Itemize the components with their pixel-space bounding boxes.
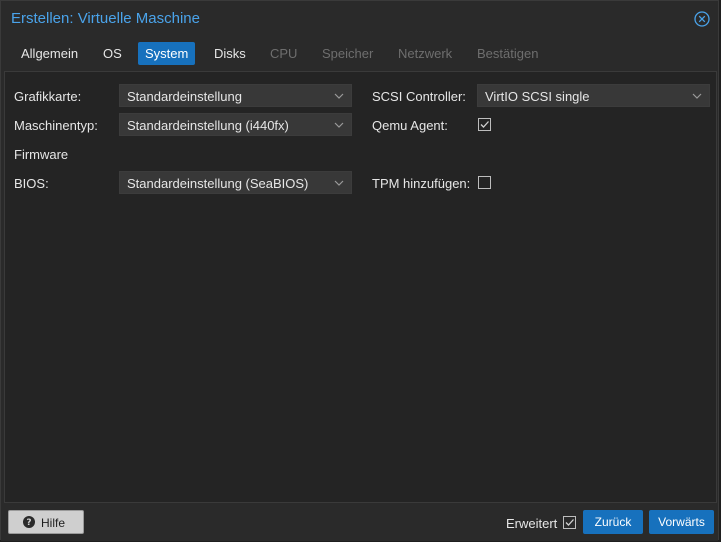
machine-value: Standardeinstellung (i440fx) <box>127 118 289 133</box>
title-bar: Erstellen: Virtuelle Maschine <box>1 1 718 37</box>
machine-label: Maschinentyp: <box>14 118 98 133</box>
tab-system[interactable]: System <box>138 42 196 65</box>
dialog-window: Erstellen: Virtuelle Maschine Allgemein … <box>0 0 719 541</box>
scsi-value: VirtIO SCSI single <box>485 89 590 104</box>
tab-disks[interactable]: Disks <box>207 42 253 65</box>
checkmark-icon <box>565 519 574 526</box>
system-panel: Grafikkarte: Standardeinstellung Maschin… <box>4 71 717 503</box>
close-button[interactable] <box>693 10 711 28</box>
close-icon <box>694 11 710 27</box>
tab-cpu[interactable]: CPU <box>263 42 304 65</box>
chevron-down-icon <box>334 122 344 128</box>
next-button[interactable]: Vorwärts <box>649 510 714 534</box>
back-button[interactable]: Zurück <box>583 510 643 534</box>
graphics-select[interactable]: Standardeinstellung <box>119 84 352 107</box>
advanced-checkbox[interactable] <box>563 516 576 529</box>
question-circle-icon: ? <box>23 516 35 528</box>
chevron-down-icon <box>334 180 344 186</box>
tab-os[interactable]: OS <box>96 42 129 65</box>
graphics-label: Grafikkarte: <box>14 89 82 104</box>
qemu-agent-label: Qemu Agent: <box>372 118 448 133</box>
svg-text:?: ? <box>26 518 31 528</box>
tpm-label: TPM hinzufügen: <box>372 176 471 191</box>
tab-bar: Allgemein OS System Disks CPU Speicher N… <box>1 37 718 71</box>
tab-bestaetigen[interactable]: Bestätigen <box>470 42 545 65</box>
help-button-label: Hilfe <box>41 516 66 530</box>
scsi-select[interactable]: VirtIO SCSI single <box>477 84 710 107</box>
chevron-down-icon <box>334 93 344 99</box>
bios-select[interactable]: Standardeinstellung (SeaBIOS) <box>119 171 352 194</box>
advanced-label: Erweitert <box>506 516 558 531</box>
bios-label: BIOS: <box>14 176 49 191</box>
graphics-value: Standardeinstellung <box>127 89 242 104</box>
chevron-down-icon <box>692 93 702 99</box>
bios-value: Standardeinstellung (SeaBIOS) <box>127 176 309 191</box>
tpm-checkbox[interactable] <box>478 176 491 189</box>
dialog-title: Erstellen: Virtuelle Maschine <box>11 10 200 27</box>
tab-allgemein[interactable]: Allgemein <box>14 42 85 65</box>
dialog-footer: ? Hilfe Erweitert Zurück Vorwärts <box>1 503 718 541</box>
tab-netzwerk[interactable]: Netzwerk <box>391 42 459 65</box>
checkmark-icon <box>480 121 489 128</box>
machine-select[interactable]: Standardeinstellung (i440fx) <box>119 113 352 136</box>
tab-speicher[interactable]: Speicher <box>315 42 380 65</box>
scsi-label: SCSI Controller: <box>372 89 466 104</box>
qemu-agent-checkbox[interactable] <box>478 118 491 131</box>
help-button[interactable]: ? Hilfe <box>8 510 84 534</box>
firmware-heading: Firmware <box>14 147 69 162</box>
